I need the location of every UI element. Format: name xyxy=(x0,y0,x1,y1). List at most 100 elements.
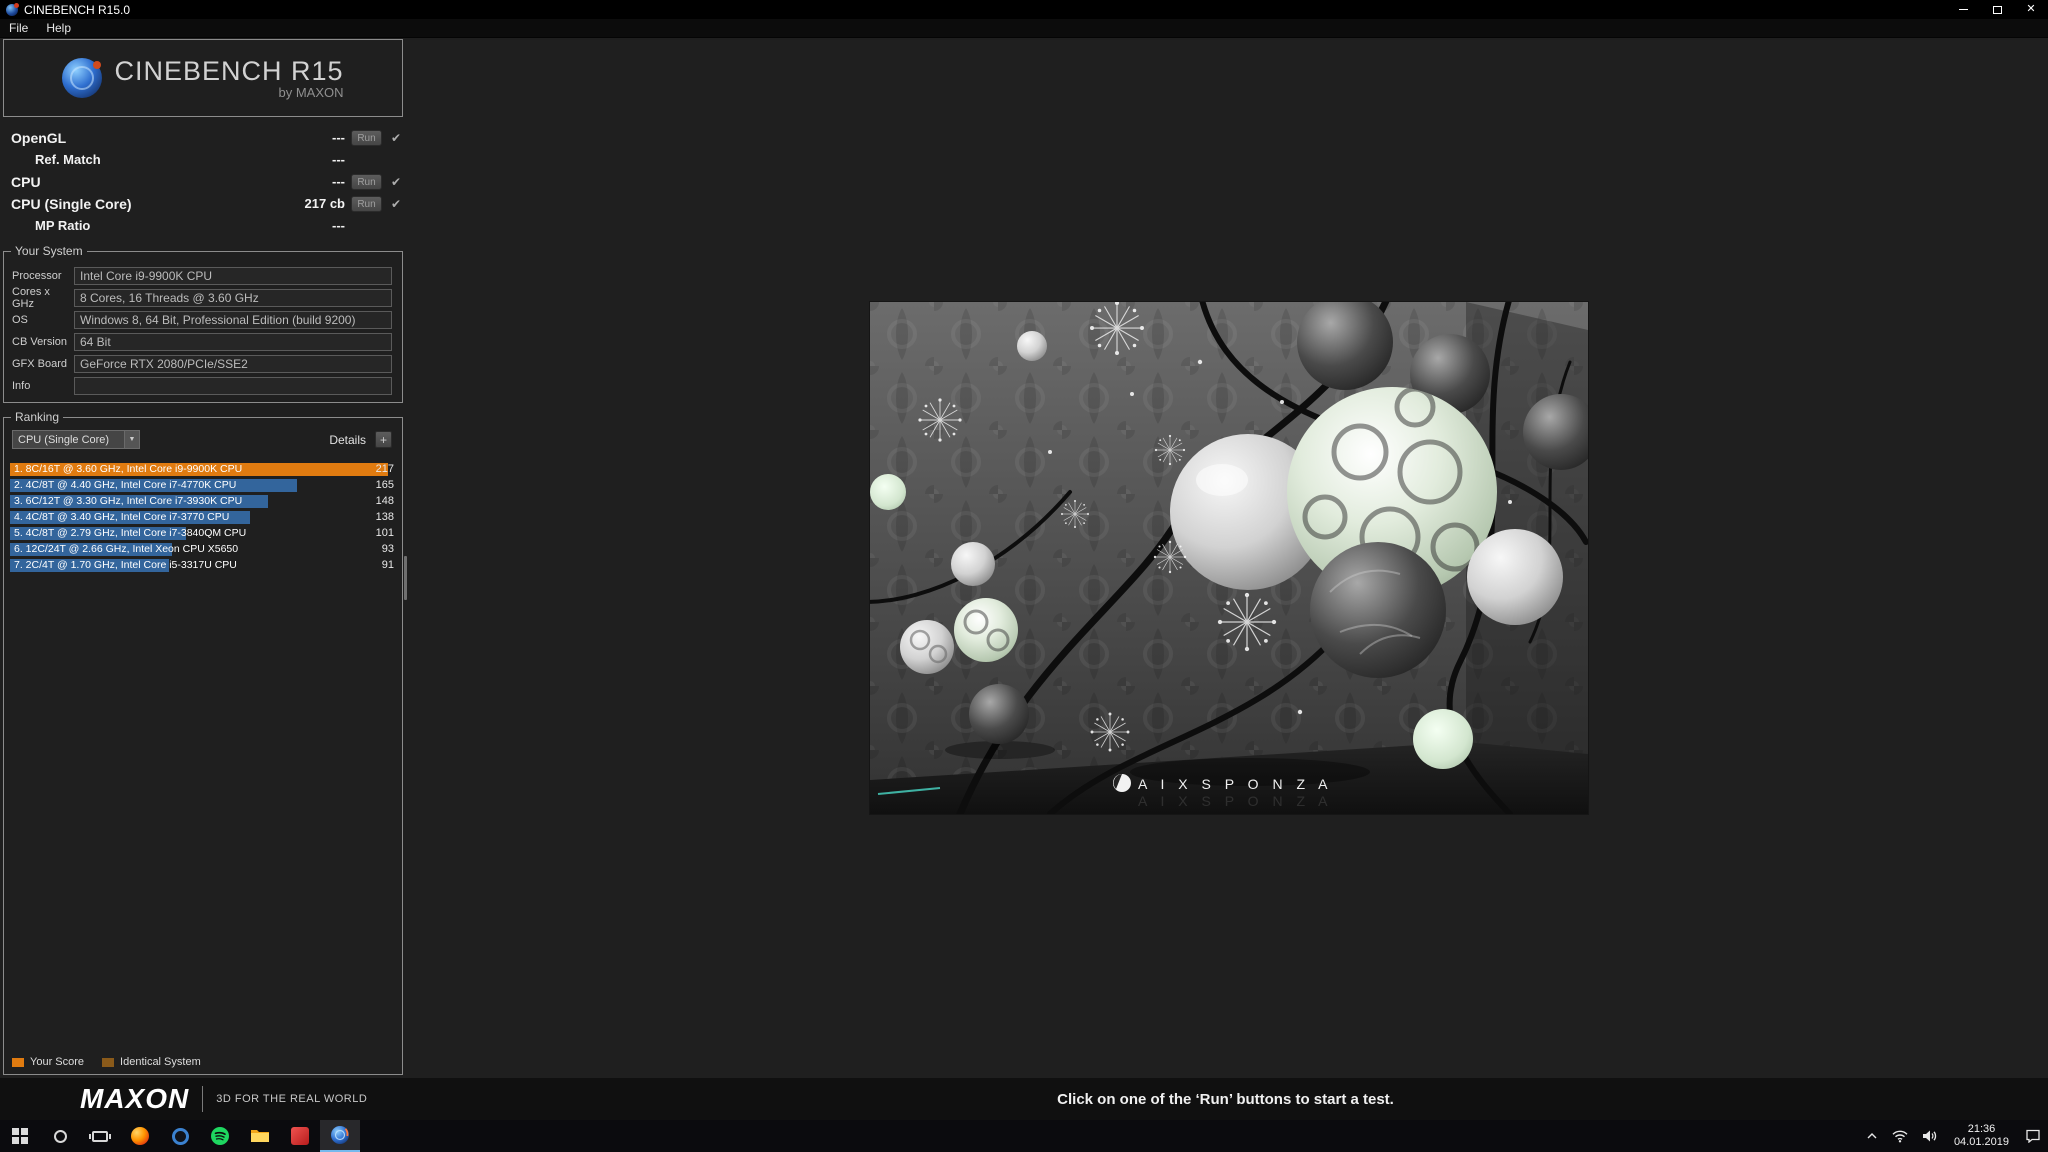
benchmark-row-cpu-single: CPU (Single Core) 217 cb Run ✔ xyxy=(3,193,403,215)
ranking-entry-label: 5. 4C/8T @ 2.79 GHz, Intel Core i7-3840Q… xyxy=(14,526,246,541)
system-field-label: GFX Board xyxy=(12,358,74,370)
details-label: Details xyxy=(329,433,366,447)
windows-logo-icon xyxy=(12,1128,28,1144)
benchmark-value: --- xyxy=(332,215,345,237)
task-view-button[interactable] xyxy=(80,1120,120,1152)
taskbar-blue-o-app[interactable] xyxy=(160,1120,200,1152)
identical-system-swatch xyxy=(102,1058,114,1067)
clock-time: 21:36 xyxy=(1968,1123,1996,1136)
system-field-label: OS xyxy=(12,314,74,326)
details-expand-button[interactable]: + xyxy=(375,431,392,448)
benchmark-label: MP Ratio xyxy=(35,215,90,237)
run-cpu-single-button[interactable]: Run xyxy=(351,196,382,212)
panel-resize-handle[interactable] xyxy=(404,556,407,600)
taskbar-clock[interactable]: 21:36 04.01.2019 xyxy=(1945,1123,2018,1149)
ranking-entry-label: 4. 4C/8T @ 3.40 GHz, Intel Core i7-3770 … xyxy=(14,510,229,525)
speaker-icon xyxy=(1922,1129,1938,1143)
system-row: GFX Board GeForce RTX 2080/PCIe/SSE2 xyxy=(4,353,402,375)
system-field-label: Info xyxy=(12,380,74,392)
benchmark-row-refmatch: Ref. Match --- xyxy=(3,149,403,171)
ranking-entry-label: 2. 4C/8T @ 4.40 GHz, Intel Core i7-4770K… xyxy=(14,478,236,493)
ranking-entry-label: 6. 12C/24T @ 2.66 GHz, Intel Xeon CPU X5… xyxy=(14,542,238,557)
maxon-logo: MAXON xyxy=(80,1083,189,1115)
taskbar-spotify[interactable] xyxy=(200,1120,240,1152)
close-button[interactable]: ✕ xyxy=(2014,0,2048,19)
cb-version-field: 64 Bit xyxy=(74,333,392,351)
run-opengl-button[interactable]: Run xyxy=(351,130,382,146)
taskbar-firefox[interactable] xyxy=(120,1120,160,1152)
window-controls: ✕ xyxy=(1946,0,2048,19)
search-icon xyxy=(54,1130,67,1143)
benchmark-score-value: 217 cb xyxy=(305,193,345,215)
brand-byline: by MAXON xyxy=(114,85,343,100)
your-score-swatch xyxy=(12,1058,24,1067)
taskbar-file-explorer[interactable] xyxy=(240,1120,280,1152)
ranking-row: 1. 8C/16T @ 3.60 GHz, Intel Core i9-9900… xyxy=(10,462,394,478)
gfx-board-field: GeForce RTX 2080/PCIe/SSE2 xyxy=(74,355,392,373)
benchmark-value: --- xyxy=(332,149,345,171)
check-icon[interactable]: ✔ xyxy=(391,127,401,149)
check-icon[interactable]: ✔ xyxy=(391,171,401,193)
system-row: OS Windows 8, 64 Bit, Professional Editi… xyxy=(4,309,402,331)
notification-icon xyxy=(2025,1129,2041,1143)
ranking-filter-value: CPU (Single Core) xyxy=(18,434,124,446)
taskbar-red-app[interactable] xyxy=(280,1120,320,1152)
run-cpu-button[interactable]: Run xyxy=(351,174,382,190)
firefox-icon xyxy=(131,1127,149,1145)
menubar: File Help xyxy=(0,19,2048,38)
render-scene: A I X S P O N Z A A I X S P O N Z A xyxy=(870,302,1588,814)
your-system-title: Your System xyxy=(11,244,87,258)
ranking-legend: Your Score Identical System xyxy=(12,1056,201,1068)
processor-field: Intel Core i9-9900K CPU xyxy=(74,267,392,285)
tray-network[interactable] xyxy=(1885,1120,1915,1152)
your-system-box: Your System Processor Intel Core i9-9900… xyxy=(3,251,403,403)
cinebench-logo-icon xyxy=(62,58,102,98)
render-watermark-reflection: A I X S P O N Z A xyxy=(1138,793,1332,809)
system-field-label: Cores x GHz xyxy=(12,286,74,310)
brand-name: CINEBENCH R15 xyxy=(114,56,343,87)
maxon-tagline: 3D FOR THE REAL WORLD xyxy=(216,1093,367,1105)
menu-file[interactable]: File xyxy=(0,21,37,35)
legend-label: Your Score xyxy=(30,1056,84,1068)
benchmark-value: --- xyxy=(332,127,345,149)
maximize-button[interactable] xyxy=(1980,0,2014,19)
benchmark-row-opengl: OpenGL --- Run ✔ xyxy=(3,127,403,149)
legend-identical-system: Identical System xyxy=(102,1056,201,1068)
maximize-icon xyxy=(1993,6,2002,14)
ranking-entry-label: 1. 8C/16T @ 3.60 GHz, Intel Core i9-9900… xyxy=(14,462,242,477)
left-panel: CINEBENCH R15 by MAXON OpenGL --- Run ✔ … xyxy=(3,39,403,1075)
ranking-filter-dropdown[interactable]: CPU (Single Core) ▼ xyxy=(12,430,140,449)
ranking-entry-score: 165 xyxy=(376,478,394,493)
search-button[interactable] xyxy=(40,1120,80,1152)
check-icon[interactable]: ✔ xyxy=(391,193,401,215)
benchmark-row-cpu: CPU --- Run ✔ xyxy=(3,171,403,193)
footer-divider xyxy=(202,1086,203,1112)
info-field[interactable] xyxy=(74,377,392,395)
benchmark-label: Ref. Match xyxy=(35,149,101,171)
taskbar: 21:36 04.01.2019 xyxy=(0,1120,2048,1152)
clock-date: 04.01.2019 xyxy=(1954,1136,2009,1149)
system-row: CB Version 64 Bit xyxy=(4,331,402,353)
run-hint-text: Click on one of the ‘Run’ buttons to sta… xyxy=(403,1078,2048,1120)
file-explorer-icon xyxy=(250,1128,270,1144)
action-center-button[interactable] xyxy=(2018,1120,2048,1152)
wifi-icon xyxy=(1892,1130,1908,1143)
menu-help[interactable]: Help xyxy=(37,21,80,35)
ranking-row: 3. 6C/12T @ 3.30 GHz, Intel Core i7-3930… xyxy=(10,494,394,510)
ranking-entry-score: 148 xyxy=(376,494,394,509)
tray-volume[interactable] xyxy=(1915,1120,1945,1152)
tray-expand-button[interactable] xyxy=(1859,1120,1885,1152)
taskbar-cinebench-active[interactable] xyxy=(320,1120,360,1152)
ranking-row: 2. 4C/8T @ 4.40 GHz, Intel Core i7-4770K… xyxy=(10,478,394,494)
chevron-down-icon: ▼ xyxy=(124,431,139,448)
render-preview-image: A I X S P O N Z A A I X S P O N Z A xyxy=(870,302,1588,814)
footer-bar: MAXON 3D FOR THE REAL WORLD Click on one… xyxy=(0,1078,2048,1120)
system-field-label: Processor xyxy=(12,270,74,282)
start-button[interactable] xyxy=(0,1120,40,1152)
system-row: Cores x GHz 8 Cores, 16 Threads @ 3.60 G… xyxy=(4,287,402,309)
system-tray: 21:36 04.01.2019 xyxy=(1859,1120,2048,1152)
cinebench-taskbar-icon xyxy=(330,1125,350,1145)
ranking-list: 1. 8C/16T @ 3.60 GHz, Intel Core i9-9900… xyxy=(10,462,394,574)
legend-label: Identical System xyxy=(120,1056,201,1068)
minimize-button[interactable] xyxy=(1946,0,1980,19)
